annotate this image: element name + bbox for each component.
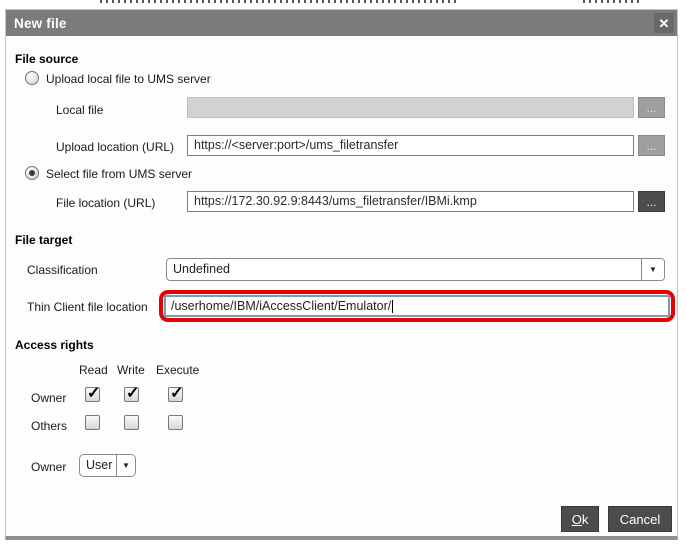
dialog-title: New file	[14, 15, 67, 31]
new-file-dialog: New file ✕ File source Upload local file…	[5, 9, 678, 540]
upload-local-radio-label[interactable]: Upload local file to UMS server	[46, 72, 211, 86]
file-location-label: File location (URL)	[56, 196, 156, 210]
classification-value: Undefined	[173, 262, 230, 276]
file-target-heading: File target	[15, 233, 73, 247]
ok-button-label: Ok	[571, 511, 589, 527]
thin-client-file-location-input[interactable]: /userhome/IBM/iAccessClient/Emulator/	[164, 295, 670, 317]
classification-label: Classification	[27, 263, 98, 277]
ok-button[interactable]: Ok	[561, 506, 599, 532]
owner-write-checkbox[interactable]: ✓	[124, 385, 139, 402]
select-from-ums-radio[interactable]	[25, 166, 39, 180]
access-rights-heading: Access rights	[15, 338, 94, 352]
highlight-annotation: /userhome/IBM/iAccessClient/Emulator/	[159, 290, 675, 322]
background-clipped-text	[583, 0, 643, 3]
owner-select[interactable]: User ▼	[79, 454, 136, 477]
check-icon: ✓	[126, 385, 140, 402]
thin-client-file-location-value: /userhome/IBM/iAccessClient/Emulator/	[171, 299, 392, 313]
owner-select-label: Owner	[31, 460, 67, 474]
column-header-execute: Execute	[156, 363, 200, 377]
local-file-input	[187, 97, 634, 118]
local-file-label: Local file	[56, 103, 104, 117]
owner-row-label: Owner	[31, 391, 67, 405]
others-row-label: Others	[31, 419, 68, 433]
close-button[interactable]: ✕	[654, 13, 674, 33]
column-header-read: Read	[79, 363, 108, 377]
file-location-input[interactable]: https://172.30.92.9:8443/ums_filetransfe…	[187, 191, 634, 212]
file-source-heading: File source	[15, 52, 79, 66]
others-read-checkbox[interactable]: ✓	[85, 415, 100, 430]
cancel-button[interactable]: Cancel	[608, 506, 672, 532]
dialog-titlebar[interactable]: New file	[6, 10, 677, 36]
file-location-browse-button[interactable]: ...	[638, 191, 665, 212]
thin-client-file-location-label: Thin Client file location	[27, 300, 148, 314]
close-icon: ✕	[658, 15, 670, 31]
upload-location-label: Upload location (URL)	[56, 140, 175, 154]
upload-location-input[interactable]: https://<server:port>/ums_filetransfer	[187, 135, 634, 156]
text-caret	[392, 299, 394, 313]
upload-location-browse-button[interactable]: ...	[638, 135, 665, 156]
background-clipped-text	[100, 0, 460, 3]
check-icon: ✓	[87, 385, 101, 402]
upload-local-radio[interactable]	[25, 71, 39, 85]
others-execute-checkbox[interactable]: ✓	[168, 415, 183, 430]
others-write-checkbox[interactable]: ✓	[124, 415, 139, 430]
local-file-browse-button[interactable]: ...	[638, 97, 665, 118]
owner-read-checkbox[interactable]: ✓	[85, 385, 100, 402]
owner-execute-checkbox[interactable]: ✓	[168, 385, 183, 402]
chevron-down-icon: ▼	[116, 455, 135, 476]
check-icon: ✓	[170, 385, 184, 402]
select-from-ums-radio-label[interactable]: Select file from UMS server	[46, 167, 192, 181]
cancel-button-label: Cancel	[619, 511, 661, 527]
chevron-down-icon: ▼	[641, 259, 664, 280]
column-header-write: Write	[117, 363, 145, 377]
screen: New file ✕ File source Upload local file…	[0, 0, 687, 546]
owner-select-value: User	[86, 458, 113, 472]
classification-select[interactable]: Undefined ▼	[166, 258, 665, 281]
